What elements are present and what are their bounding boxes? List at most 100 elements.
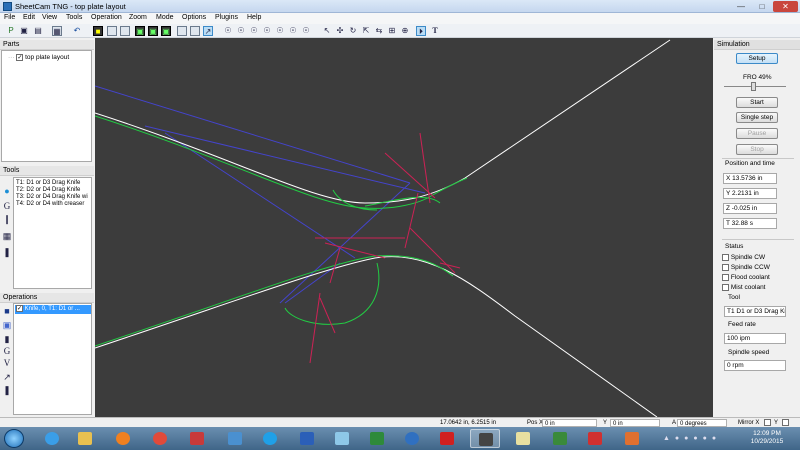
menu-plugins[interactable]: Plugins [215, 14, 238, 21]
text-tool-icon[interactable]: T [430, 26, 440, 36]
view-front-icon[interactable] [120, 26, 130, 36]
pos-y-field[interactable]: 0 in [610, 419, 660, 427]
menu-mode[interactable]: Mode [156, 14, 174, 21]
menu-edit[interactable]: Edit [23, 14, 35, 21]
explorer-icon[interactable] [70, 429, 100, 448]
rotate-icon[interactable]: ↻ [348, 26, 358, 36]
app-icon-2[interactable] [327, 429, 357, 448]
skype-icon[interactable] [255, 429, 285, 448]
knife-tool-icon[interactable]: ● [2, 186, 12, 196]
save-icon[interactable]: ▣ [19, 26, 29, 36]
menu-file[interactable]: File [4, 14, 15, 21]
crosshair-icon[interactable]: ⊕ [400, 26, 410, 36]
media-player-icon[interactable] [108, 429, 138, 448]
g-code-icon[interactable]: G [2, 201, 12, 211]
align-icon[interactable]: ⊞ [387, 26, 397, 36]
minimize-button[interactable]: — [731, 1, 751, 12]
tool-item-1[interactable]: T1: D1 or D3 Drag Knife [16, 180, 88, 187]
tool-item-3[interactable]: T3: D2 or D4 Drag Knife wi [16, 194, 88, 201]
position-x-field: X 13.5736 in [723, 173, 777, 184]
drawing-canvas[interactable] [94, 38, 713, 418]
google-earth-icon[interactable] [397, 429, 427, 448]
new-part-icon[interactable]: P [6, 26, 16, 36]
start-button[interactable] [4, 429, 24, 448]
single-step-button[interactable]: Single step [736, 112, 778, 123]
node-icon-6[interactable]: ☉ [288, 26, 298, 36]
select-arrow-icon[interactable]: ↖ [322, 26, 332, 36]
clock[interactable]: 12:09 PM 10/29/2015 [747, 430, 787, 446]
spindle-ccw-check: Spindle CCW [722, 264, 770, 271]
show-rapids-icon[interactable]: ↗ [203, 26, 213, 36]
gcode-op-icon[interactable]: G [2, 346, 12, 356]
view-fill-icon[interactable] [177, 26, 187, 36]
pause-button[interactable]: Pause [736, 128, 778, 139]
menu-operation[interactable]: Operation [91, 14, 122, 21]
mirror-x-check[interactable] [762, 419, 771, 427]
print-icon[interactable]: ▤ [33, 26, 43, 36]
menu-view[interactable]: View [42, 14, 57, 21]
app-icon-5[interactable] [617, 429, 647, 448]
solidworks-icon[interactable] [580, 429, 610, 448]
setup-button[interactable]: Setup [736, 53, 778, 64]
app-icon-4[interactable] [545, 429, 575, 448]
view-mode-icon[interactable]: ■ [93, 26, 103, 36]
node-icon-4[interactable]: ☉ [262, 26, 272, 36]
tray-icons[interactable]: ▲●●●●● [663, 435, 743, 443]
menu-tools[interactable]: Tools [66, 14, 82, 21]
operation-item[interactable]: ✓ Knife, 0, T1: D1 or ... [15, 305, 91, 314]
view-iso-icon[interactable]: ▣ [135, 26, 145, 36]
jet-icon[interactable]: ■ [2, 306, 12, 316]
line-op-icon[interactable]: ↗ [2, 372, 12, 383]
scribe-icon[interactable]: ❚ [2, 247, 12, 258]
table-icon[interactable]: ▦ [2, 231, 12, 242]
simulation-icon[interactable]: ⏵ [416, 26, 426, 36]
mirror-y-check[interactable] [780, 419, 789, 427]
script-op-icon[interactable]: ❚ [2, 385, 12, 396]
fro-slider-thumb[interactable] [751, 82, 757, 91]
excel-icon[interactable] [362, 429, 392, 448]
grid-icon[interactable]: ▦ [52, 26, 62, 36]
node-icon-5[interactable]: ☉ [275, 26, 285, 36]
app-icon [3, 2, 12, 11]
v-tool-icon[interactable]: ❙ [2, 214, 12, 225]
node-icon-1[interactable]: ☉ [223, 26, 233, 36]
menu-help[interactable]: Help [247, 14, 261, 21]
node-icon-2[interactable]: ☉ [236, 26, 246, 36]
start-button[interactable]: Start [736, 97, 778, 108]
word-icon[interactable] [292, 429, 322, 448]
mirror-y-label: Y [774, 420, 779, 426]
chrome-icon[interactable] [145, 429, 175, 448]
angle-field[interactable]: 0 degrees [677, 419, 727, 427]
part-item[interactable]: ··· ✓ top plate layout [8, 54, 69, 61]
close-button[interactable]: ✕ [773, 1, 798, 12]
tool-item-4[interactable]: T4: D2 or D4 with creaser [16, 201, 88, 208]
pos-x-field[interactable]: 0 in [542, 419, 597, 427]
app-icon-3[interactable] [508, 429, 538, 448]
view-outline-icon[interactable] [190, 26, 200, 36]
view-zoom-fit-icon[interactable]: ▣ [161, 26, 171, 36]
node-icon-7[interactable]: ☉ [301, 26, 311, 36]
sheetcam-task-icon[interactable] [470, 429, 500, 448]
acrobat-icon[interactable] [432, 429, 462, 448]
tool-item-2[interactable]: T2: D2 or D4 Drag Knife [16, 187, 88, 194]
maximize-button[interactable]: □ [752, 1, 772, 12]
undo-icon[interactable]: ↶ [72, 26, 82, 36]
part-checkbox[interactable]: ✓ [16, 54, 24, 61]
mirror-icon[interactable]: ⇆ [374, 26, 384, 36]
view-side-icon[interactable]: ▣ [148, 26, 158, 36]
scale-icon[interactable]: ⇱ [361, 26, 371, 36]
menu-options[interactable]: Options [182, 14, 206, 21]
view-top-icon[interactable] [107, 26, 117, 36]
move-icon[interactable]: ✣ [335, 26, 345, 36]
drill-icon[interactable]: ▮ [2, 334, 12, 345]
remote-desktop-icon[interactable] [220, 429, 250, 448]
menu-zoom[interactable]: Zoom [129, 14, 147, 21]
app-icon-1[interactable] [182, 429, 212, 448]
v-carve-icon[interactable]: V [2, 358, 12, 368]
node-icon-3[interactable]: ☉ [249, 26, 259, 36]
ie-icon[interactable] [37, 429, 67, 448]
stop-button[interactable]: Stop [736, 144, 778, 155]
pocket-icon[interactable]: ▣ [2, 320, 12, 331]
position-time-label: Position and time [725, 160, 775, 167]
operation-checkbox[interactable]: ✓ [16, 305, 23, 312]
